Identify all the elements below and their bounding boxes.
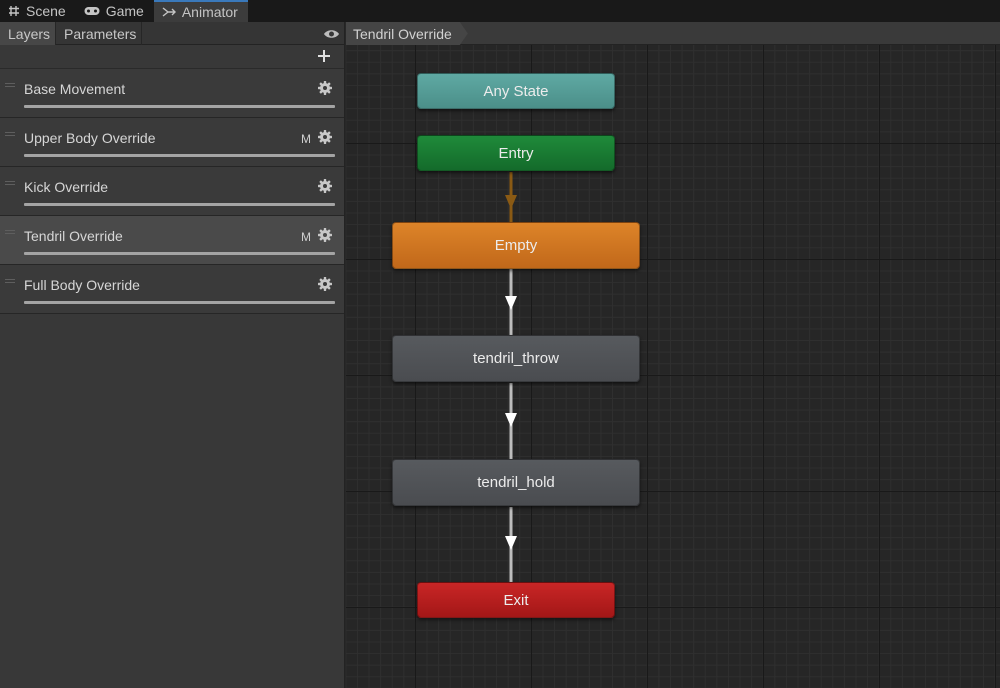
- gear-icon[interactable]: [317, 129, 333, 145]
- layer-name: Tendril Override: [24, 228, 123, 244]
- breadcrumb: Tendril Override: [346, 22, 1000, 45]
- layer-name: Kick Override: [24, 179, 109, 195]
- drag-handle-icon[interactable]: [5, 279, 15, 285]
- state-empty-default[interactable]: Empty: [392, 222, 640, 269]
- tab-layers[interactable]: Layers: [0, 22, 57, 45]
- drag-handle-icon[interactable]: [5, 83, 15, 89]
- drag-handle-icon[interactable]: [5, 181, 15, 187]
- layer-item-upper-body-override[interactable]: Upper Body Override M: [0, 118, 344, 167]
- transition-arrow-icon: [505, 195, 517, 209]
- gear-icon[interactable]: [317, 80, 333, 96]
- layer-item-full-body-override[interactable]: Full Body Override: [0, 265, 344, 314]
- mask-badge: M: [301, 132, 311, 146]
- editor-tab-bar: Scene Game Animator: [0, 0, 1000, 22]
- tab-scene[interactable]: Scene: [0, 0, 76, 22]
- transition-arrow-icon: [505, 296, 517, 310]
- plus-icon: [318, 50, 330, 62]
- tab-animator[interactable]: Animator: [153, 0, 248, 22]
- eye-icon[interactable]: [323, 27, 340, 43]
- drag-handle-icon[interactable]: [5, 132, 15, 138]
- mask-badge: M: [301, 230, 311, 244]
- layer-weight-bar[interactable]: [24, 252, 335, 255]
- layer-name: Base Movement: [24, 81, 126, 97]
- transition-arrow-icon: [505, 536, 517, 550]
- drag-handle-icon[interactable]: [5, 230, 15, 236]
- gamepad-icon: [84, 6, 100, 16]
- gear-icon[interactable]: [317, 276, 333, 292]
- tab-game-label: Game: [105, 3, 144, 19]
- grid-icon: [8, 5, 20, 17]
- layer-weight-bar[interactable]: [24, 154, 335, 157]
- add-layer-button[interactable]: [316, 48, 332, 64]
- state-tendril-throw[interactable]: tendril_throw: [392, 335, 640, 382]
- gear-icon[interactable]: [317, 227, 333, 243]
- layer-name: Full Body Override: [24, 277, 140, 293]
- state-exit[interactable]: Exit: [417, 582, 615, 618]
- layer-toolbar: [0, 45, 344, 69]
- layer-item-kick-override[interactable]: Kick Override: [0, 167, 344, 216]
- layer-name: Upper Body Override: [24, 130, 156, 146]
- state-machine-graph[interactable]: Tendril Override Any State Entry Empty t…: [346, 22, 1000, 688]
- layer-weight-bar[interactable]: [24, 203, 335, 206]
- tab-scene-label: Scene: [26, 3, 66, 19]
- layer-item-tendril-override[interactable]: Tendril Override M: [0, 216, 344, 265]
- layer-item-base-movement[interactable]: Base Movement: [0, 69, 344, 118]
- layer-weight-bar[interactable]: [24, 301, 335, 304]
- animator-icon: [162, 6, 176, 18]
- tab-game[interactable]: Game: [76, 0, 154, 22]
- layer-weight-bar[interactable]: [24, 105, 335, 108]
- transition-arrow-icon: [505, 413, 517, 427]
- layers-panel: Layers Parameters Base Movement Upper Bo…: [0, 22, 345, 688]
- state-any-state[interactable]: Any State: [417, 73, 615, 109]
- gear-icon[interactable]: [317, 178, 333, 194]
- tab-parameters[interactable]: Parameters: [56, 22, 143, 45]
- panel-subtabs: Layers Parameters: [0, 22, 344, 45]
- tab-animator-label: Animator: [181, 4, 238, 20]
- breadcrumb-item[interactable]: Tendril Override: [346, 22, 468, 45]
- state-entry[interactable]: Entry: [417, 135, 615, 171]
- state-tendril-hold[interactable]: tendril_hold: [392, 459, 640, 506]
